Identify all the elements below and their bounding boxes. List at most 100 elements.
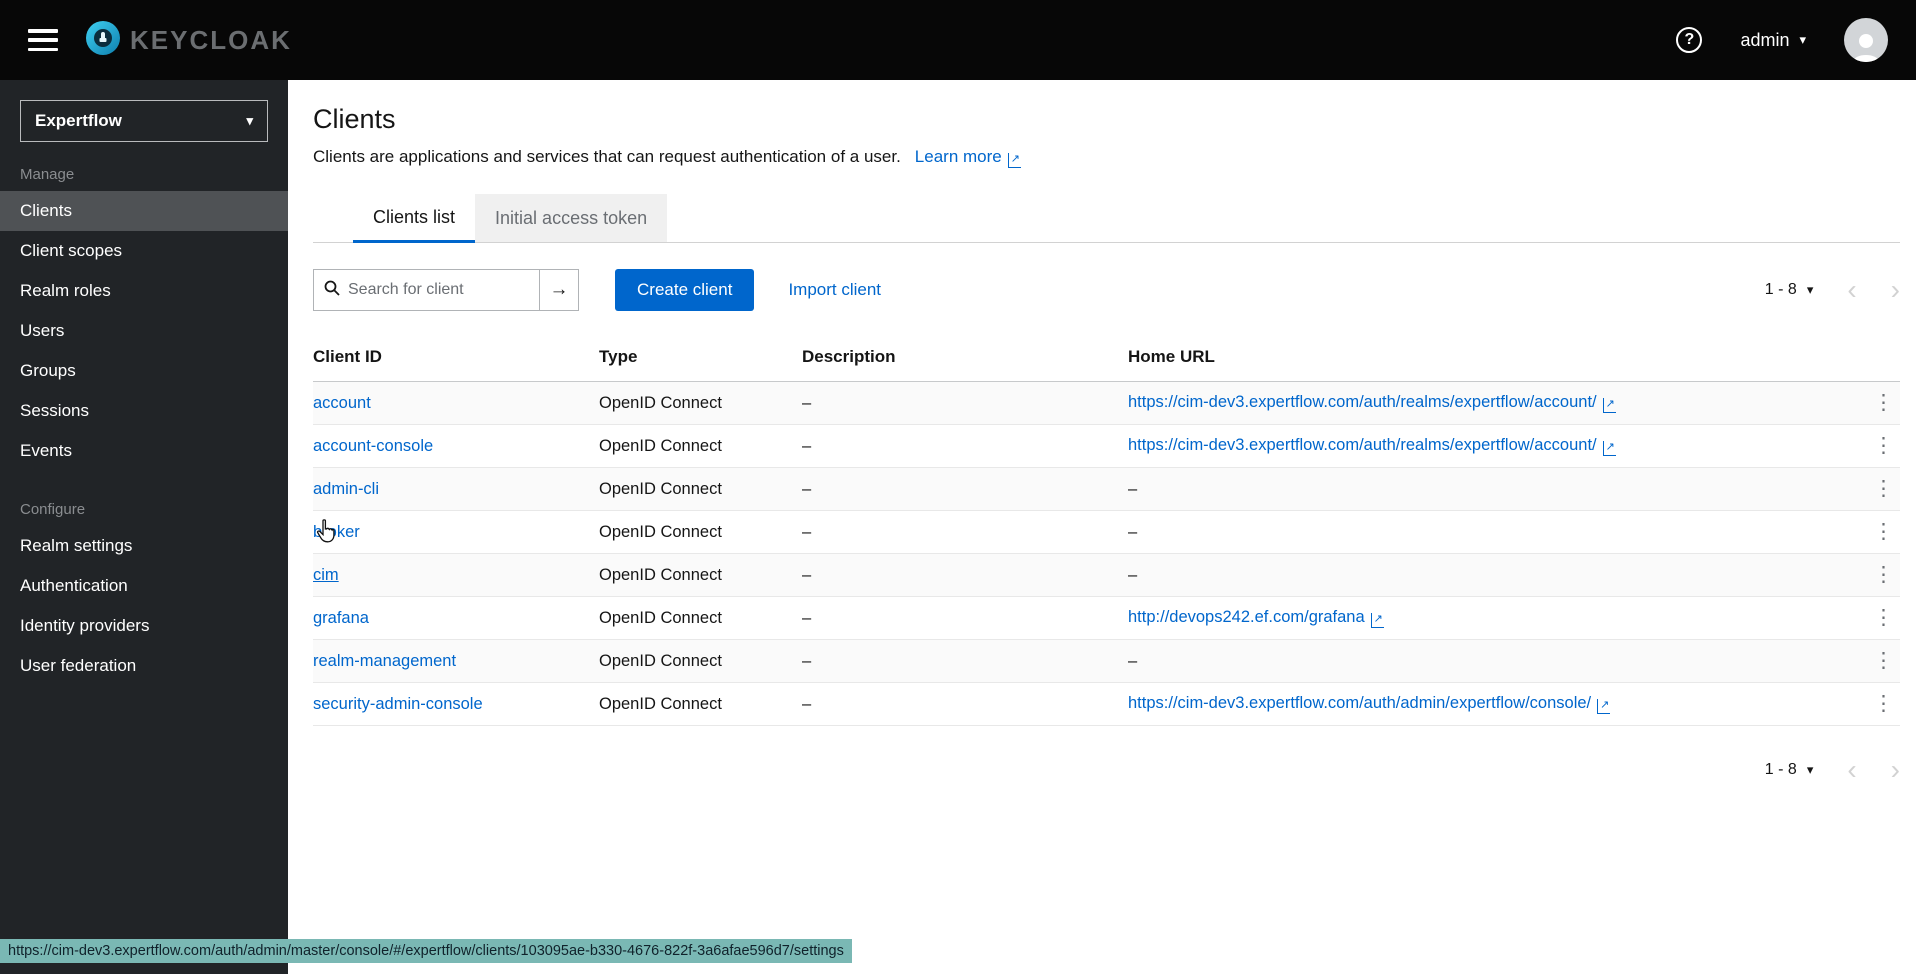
client-description-cell: – xyxy=(802,511,1128,554)
client-description-cell: – xyxy=(802,640,1128,683)
kebab-menu-icon[interactable]: ⋮ xyxy=(1873,478,1894,499)
realm-selector[interactable]: Expertflow ▾ xyxy=(20,100,268,142)
client-type-cell: OpenID Connect xyxy=(599,425,802,468)
search-input[interactable] xyxy=(348,281,529,299)
home-url-link[interactable]: – xyxy=(1128,652,1137,670)
client-type-cell: OpenID Connect xyxy=(599,597,802,640)
sidebar-item-clients[interactable]: Clients xyxy=(0,191,288,231)
table-row: account OpenID Connect – https://cim-dev… xyxy=(313,382,1900,425)
brand-wordmark: KEYCLOAK xyxy=(130,25,292,56)
home-url-link[interactable]: https://cim-dev3.expertflow.com/auth/rea… xyxy=(1128,436,1616,454)
tab-clients-list[interactable]: Clients list xyxy=(353,194,475,243)
sidebar-item-realm-roles[interactable]: Realm roles xyxy=(0,271,288,311)
sidebar-item-users[interactable]: Users xyxy=(0,311,288,351)
search-submit-button[interactable]: → xyxy=(539,269,579,311)
client-id-link[interactable]: account-console xyxy=(313,437,433,455)
help-icon[interactable]: ? xyxy=(1676,27,1702,53)
home-url-link[interactable]: – xyxy=(1128,480,1137,498)
client-description-cell: – xyxy=(802,554,1128,597)
home-url-link[interactable]: – xyxy=(1128,566,1137,584)
column-header-client-id: Client ID xyxy=(313,333,599,382)
client-type-cell: OpenID Connect xyxy=(599,511,802,554)
kebab-menu-icon[interactable]: ⋮ xyxy=(1873,564,1894,585)
keycloak-logo-icon xyxy=(84,19,122,62)
client-description-cell: – xyxy=(802,683,1128,726)
pagination-top: 1 - 8 ▾ ‹ › xyxy=(1765,276,1900,304)
client-id-link[interactable]: cim xyxy=(313,566,339,584)
tab-bar: Clients list Initial access token xyxy=(313,194,1900,243)
chevron-down-icon: ▾ xyxy=(1807,762,1814,778)
client-type-cell: OpenID Connect xyxy=(599,554,802,597)
main-content: Clients Clients are applications and ser… xyxy=(288,80,1916,974)
user-menu-toggle[interactable]: admin ▾ xyxy=(1740,30,1806,51)
column-header-actions xyxy=(1852,333,1900,382)
column-header-home-url: Home URL xyxy=(1128,333,1852,382)
create-client-button[interactable]: Create client xyxy=(615,269,754,311)
keycloak-logo: KEYCLOAK xyxy=(84,19,292,62)
avatar[interactable] xyxy=(1844,18,1888,62)
home-url-link[interactable]: – xyxy=(1128,523,1137,541)
kebab-menu-icon[interactable]: ⋮ xyxy=(1873,521,1894,542)
client-description-cell: – xyxy=(802,597,1128,640)
clients-table: Client ID Type Description Home URL acco… xyxy=(313,333,1900,726)
table-row: security-admin-console OpenID Connect – … xyxy=(313,683,1900,726)
table-header-row: Client ID Type Description Home URL xyxy=(313,333,1900,382)
sidebar-item-events[interactable]: Events xyxy=(0,431,288,471)
previous-page-icon[interactable]: ‹ xyxy=(1847,276,1856,304)
table-row: grafana OpenID Connect – http://devops24… xyxy=(313,597,1900,640)
section-label-manage: Manage xyxy=(0,166,288,183)
search-box xyxy=(313,269,539,311)
client-id-link[interactable]: broker xyxy=(313,523,360,541)
sidebar-section-configure: Configure Realm settings Authentication … xyxy=(0,501,288,686)
sidebar-item-sessions[interactable]: Sessions xyxy=(0,391,288,431)
toolbar: → Create client Import client 1 - 8 ▾ ‹ … xyxy=(313,269,1900,311)
kebab-menu-icon[interactable]: ⋮ xyxy=(1873,607,1894,628)
sidebar-item-client-scopes[interactable]: Client scopes xyxy=(0,231,288,271)
client-description-cell: – xyxy=(802,382,1128,425)
search-icon xyxy=(324,280,340,301)
masthead: KEYCLOAK ? admin ▾ xyxy=(0,0,1916,80)
kebab-menu-icon[interactable]: ⋮ xyxy=(1873,435,1894,456)
next-page-icon[interactable]: › xyxy=(1891,276,1900,304)
column-header-type: Type xyxy=(599,333,802,382)
sidebar-item-authentication[interactable]: Authentication xyxy=(0,566,288,606)
pagination-range-toggle[interactable]: 1 - 8 ▾ xyxy=(1765,281,1814,299)
pagination-range-toggle[interactable]: 1 - 8 ▾ xyxy=(1765,761,1814,779)
page-title: Clients xyxy=(313,104,1900,135)
home-url-link[interactable]: http://devops242.ef.com/grafana xyxy=(1128,608,1384,626)
kebab-menu-icon[interactable]: ⋮ xyxy=(1873,693,1894,714)
sidebar-item-identity-providers[interactable]: Identity providers xyxy=(0,606,288,646)
kebab-menu-icon[interactable]: ⋮ xyxy=(1873,650,1894,671)
next-page-icon[interactable]: › xyxy=(1891,756,1900,784)
chevron-down-icon: ▾ xyxy=(246,113,253,129)
client-id-link[interactable]: admin-cli xyxy=(313,480,379,498)
import-client-link[interactable]: Import client xyxy=(788,280,881,300)
page-subtitle: Clients are applications and services th… xyxy=(313,147,901,168)
user-menu-label: admin xyxy=(1740,30,1789,51)
previous-page-icon[interactable]: ‹ xyxy=(1847,756,1856,784)
home-url-link[interactable]: https://cim-dev3.expertflow.com/auth/adm… xyxy=(1128,694,1610,712)
sidebar: Expertflow ▾ Manage Clients Client scope… xyxy=(0,80,288,974)
home-url-link[interactable]: https://cim-dev3.expertflow.com/auth/rea… xyxy=(1128,393,1616,411)
client-description-cell: – xyxy=(802,468,1128,511)
client-id-link[interactable]: security-admin-console xyxy=(313,695,483,713)
sidebar-item-groups[interactable]: Groups xyxy=(0,351,288,391)
learn-more-link[interactable]: Learn more xyxy=(915,147,1021,168)
sidebar-item-user-federation[interactable]: User federation xyxy=(0,646,288,686)
column-header-description: Description xyxy=(802,333,1128,382)
hamburger-menu-button[interactable] xyxy=(28,29,58,51)
client-type-cell: OpenID Connect xyxy=(599,683,802,726)
table-row: broker OpenID Connect – – ⋮ xyxy=(313,511,1900,554)
realm-selector-label: Expertflow xyxy=(35,111,122,131)
tab-initial-access-token[interactable]: Initial access token xyxy=(475,194,667,242)
sidebar-item-realm-settings[interactable]: Realm settings xyxy=(0,526,288,566)
table-row: realm-management OpenID Connect – – ⋮ xyxy=(313,640,1900,683)
kebab-menu-icon[interactable]: ⋮ xyxy=(1873,392,1894,413)
section-label-configure: Configure xyxy=(0,501,288,518)
client-type-cell: OpenID Connect xyxy=(599,468,802,511)
client-id-link[interactable]: account xyxy=(313,394,371,412)
client-id-link[interactable]: realm-management xyxy=(313,652,456,670)
pagination-bottom: 1 - 8 ▾ ‹ › xyxy=(313,756,1900,784)
pagination-range-label: 1 - 8 xyxy=(1765,281,1797,299)
client-id-link[interactable]: grafana xyxy=(313,609,369,627)
